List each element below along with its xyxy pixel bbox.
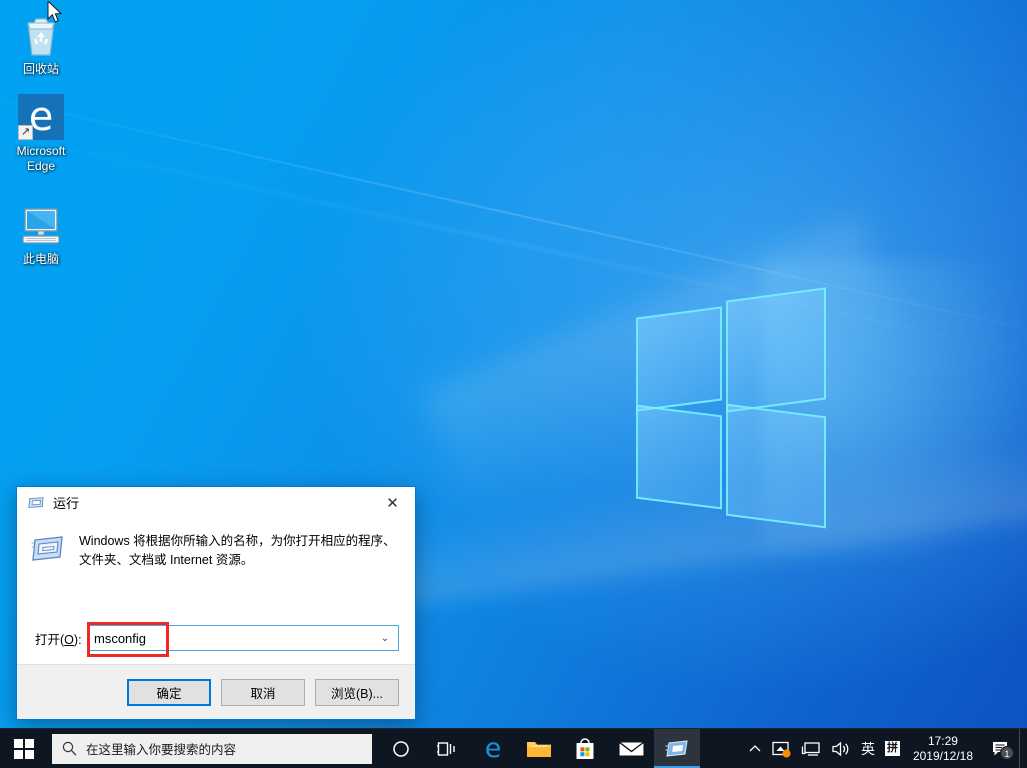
chevron-down-icon[interactable]: ⌄ [372,626,398,650]
open-field-label: 打开(O): [35,629,87,648]
run-dialog-titlebar[interactable]: 运行 ✕ [17,487,415,518]
run-dialog-title: 运行 [53,496,80,511]
notification-center-button[interactable]: 1 [981,729,1019,768]
ime-pinyin-label: 拼 [884,741,900,756]
system-tray[interactable]: 英 拼 17:29 2019/12/18 1 [744,728,1027,768]
desktop-icon-label-2: Edge [26,159,56,173]
taskbar[interactable]: 在这里输入你要搜索的内容 e 英 拼 17:29 2019/12/18 1 [0,728,1027,768]
store-bag-icon [576,737,594,759]
search-input[interactable]: 在这里输入你要搜索的内容 [52,733,372,764]
wallpaper-windows-logo [612,260,1027,690]
desktop-icon-label: Microsoft [16,144,66,158]
logo-pane-bottom-left [636,404,722,510]
tray-item-network[interactable] [796,729,826,768]
desktop-icon-label: 此电脑 [22,252,59,266]
logo-pane-top-right [726,287,826,413]
taskbar-item-run-window[interactable] [654,728,700,768]
desktop-icon-recycle-bin[interactable]: 回收站 [2,10,80,77]
logo-pane-bottom-right [726,403,826,529]
network-icon [801,741,820,756]
task-view-icon [437,741,455,756]
recycle-bin-icon [2,10,80,58]
close-icon[interactable]: ✕ [370,487,415,518]
clock-date: 2019/12/18 [912,748,973,763]
ok-button[interactable]: 确定 [127,678,211,706]
envelope-icon [617,740,645,757]
open-label-prefix: 打开( [35,632,65,647]
edge-icon: e [484,733,502,764]
desktop-icon-label: 回收站 [22,62,59,76]
notification-badge: 1 [1000,745,1014,760]
run-dialog-body: Windows 将根据你所输入的名称，为你打开相应的程序、 文件夹、文档或 In… [17,518,415,664]
start-button[interactable] [0,729,48,768]
taskbar-item-microsoft-edge[interactable]: e [470,729,516,768]
search-icon [52,741,86,756]
run-program-icon [31,536,63,561]
edge-icon: e ↗ [2,92,80,140]
taskbar-clock[interactable]: 17:29 2019/12/18 [905,729,981,768]
clock-time: 17:29 [927,733,958,748]
logo-pane-top-left [636,306,722,412]
tray-item-onedrive[interactable] [766,729,796,768]
taskbar-item-file-explorer[interactable] [516,729,562,768]
open-label-accesskey: O [64,632,74,647]
search-placeholder: 在这里输入你要搜索的内容 [86,743,237,757]
windows-logo-icon [14,738,34,759]
run-window-icon [28,496,44,508]
run-dialog-description: Windows 将根据你所输入的名称，为你打开相应的程序、 文件夹、文档或 In… [79,532,396,570]
browse-button[interactable]: 浏览(B)... [315,678,399,706]
cancel-button[interactable]: 取消 [221,678,305,706]
tray-item-volume[interactable] [826,729,856,768]
onedrive-sync-icon [772,741,791,757]
show-desktop-button[interactable] [1019,728,1025,768]
taskbar-items: e [378,728,700,768]
run-description-line-2: 文件夹、文档或 Internet 资源。 [79,553,254,567]
volume-icon [832,741,849,756]
desktop-icon-microsoft-edge[interactable]: e ↗ Microsoft Edge [2,92,80,174]
run-dialog-footer: 确定 取消 浏览(B)... [17,664,415,719]
this-pc-icon [2,200,80,248]
run-dialog[interactable]: 运行 ✕ Windows 将根据你所输入的名称，为你打开相应的程序、 文件夹、文… [16,486,416,720]
ime-mode-label: 英 [860,741,875,758]
run-dialog-open-row: 打开(O): ⌄ [35,625,399,651]
desktop-icon-this-pc[interactable]: 此电脑 [2,200,80,267]
desktop[interactable]: 回收站 e ↗ Microsoft Edge 此电脑 运行 ✕ Windows … [0,0,1027,768]
taskbar-item-task-view[interactable] [424,729,470,768]
folder-icon [527,741,551,757]
taskbar-item-mail[interactable] [608,729,654,768]
run-command-input[interactable] [88,626,372,650]
run-dialog-description-row: Windows 将根据你所输入的名称，为你打开相应的程序、 文件夹、文档或 In… [17,518,415,570]
open-label-suffix: ): [73,632,82,647]
shortcut-arrow-icon: ↗ [18,125,33,140]
run-description-line-1: Windows 将根据你所输入的名称，为你打开相应的程序、 [79,534,396,548]
run-command-combobox[interactable]: ⌄ [87,625,399,651]
tray-item-ime-pinyin[interactable]: 拼 [880,729,905,768]
tray-overflow-button[interactable] [744,729,766,768]
circle-icon [393,740,409,757]
taskbar-item-microsoft-store[interactable] [562,729,608,768]
tray-item-ime-mode[interactable]: 英 [856,729,880,768]
taskbar-item-cortana[interactable] [378,729,424,768]
run-window-icon [665,739,688,757]
chevron-up-icon [749,744,761,751]
